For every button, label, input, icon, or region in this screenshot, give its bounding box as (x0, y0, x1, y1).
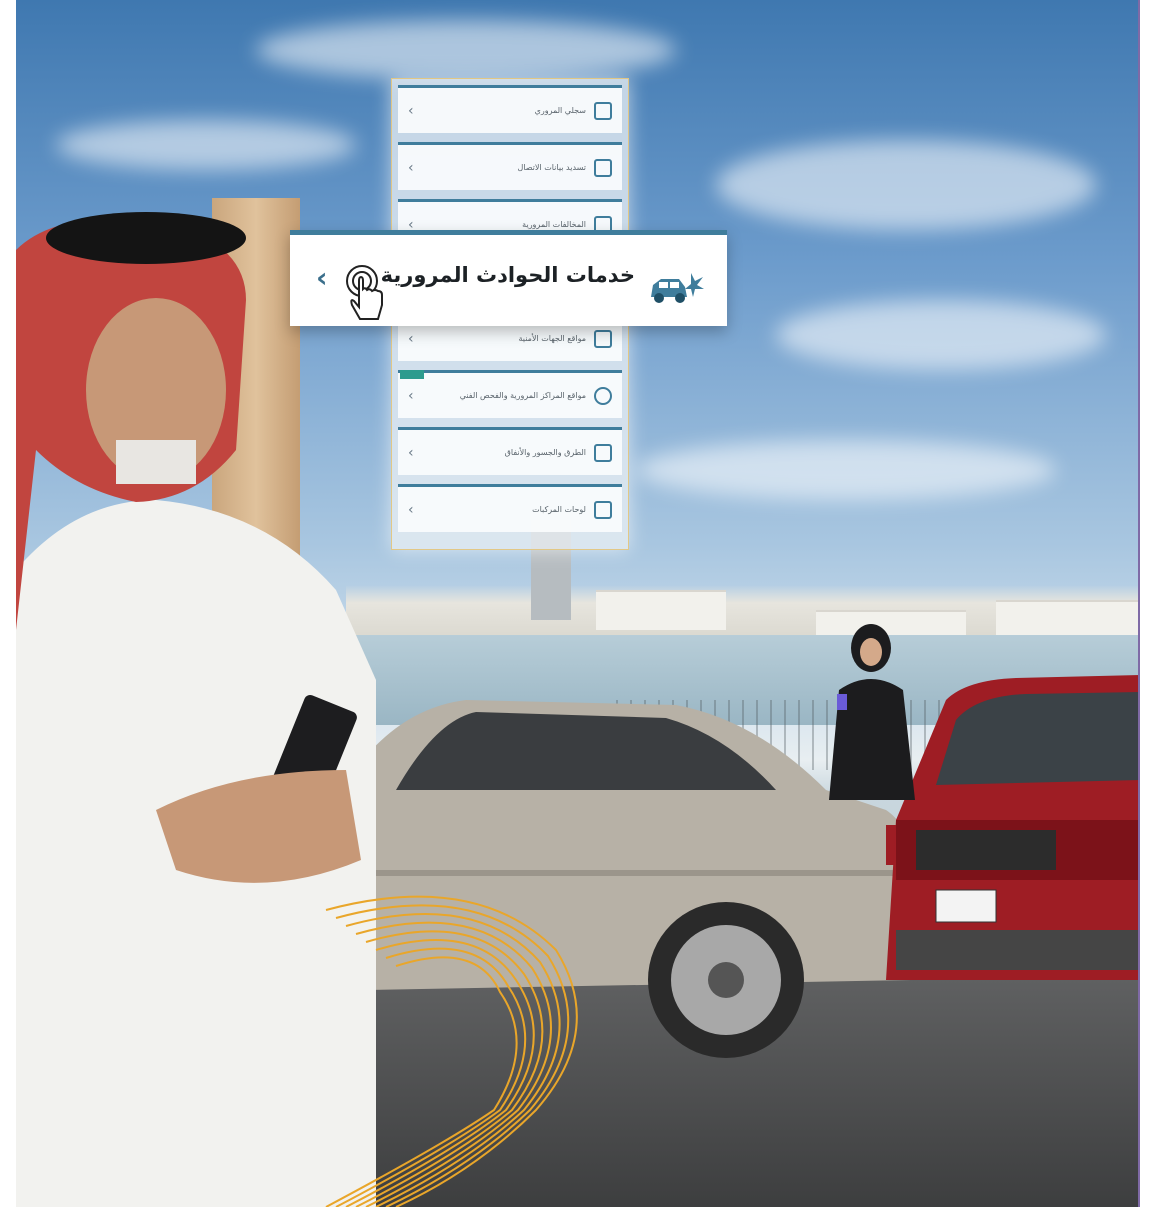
menu-item[interactable]: ‹ تسديد بيانات الاتصال (398, 142, 622, 190)
decorative-ribbon (325, 895, 578, 1207)
menu-item[interactable]: ‹ الطرق والجسور والأنفاق (398, 427, 622, 475)
frame-border (1138, 0, 1140, 1207)
menu-item-label: الطرق والجسور والأنفاق (504, 448, 586, 457)
car-crash-icon (651, 273, 704, 303)
door-icon (594, 101, 612, 120)
menu-item-label: مواقع الجهات الأمنية (518, 334, 586, 343)
menu-item[interactable]: ‹ مواقع المراكز المرورية والفحص الفني (398, 370, 622, 418)
cloud (716, 140, 1096, 230)
building (996, 600, 1140, 638)
new-badge (400, 370, 424, 379)
cloud (56, 120, 356, 170)
cloud (776, 300, 1106, 370)
menu-item-label: المخالفات المرورية (522, 220, 586, 229)
menu-item[interactable]: ‹ سجلي المروري (398, 85, 622, 133)
photo-scene: ‹ سجلي المروري ‹ تسديد بيانات الاتصال ‹ … (16, 0, 1140, 1207)
card-label: خدمات الحوادث المرورية (380, 263, 635, 287)
road-icon (594, 443, 612, 462)
woman-figure (829, 624, 915, 800)
building-icon (594, 329, 612, 348)
menu-item[interactable]: ‹ لوحات المركبات (398, 484, 622, 532)
cloud (636, 440, 1056, 500)
plate-icon (594, 500, 612, 519)
menu-item-label: سجلي المروري (534, 106, 586, 115)
menu-item-label: مواقع المراكز المرورية والفحص الفني (459, 391, 586, 400)
menu-item-label: تسديد بيانات الاتصال (517, 163, 586, 172)
location-pin-icon (594, 386, 612, 405)
advertisement-screenshot: ‹ سجلي المروري ‹ تسديد بيانات الاتصال ‹ … (0, 0, 1166, 1207)
menu-item-label: لوحات المركبات (532, 505, 586, 514)
building (596, 590, 726, 630)
person-card-icon (594, 158, 612, 177)
cloud (256, 20, 676, 80)
